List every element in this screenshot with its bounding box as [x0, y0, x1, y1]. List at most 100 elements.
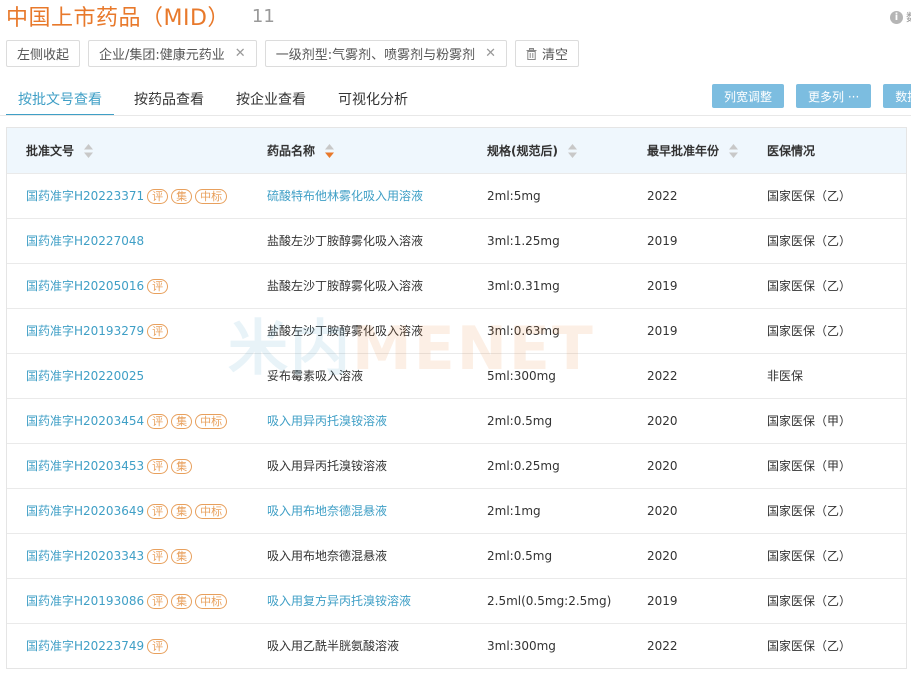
- col-header-approval-no[interactable]: 批准文号: [7, 128, 267, 173]
- spec-cell: 2.5ml(0.5mg:2.5mg): [487, 577, 647, 623]
- year-cell: 2020: [647, 442, 767, 488]
- status-badge: 集: [171, 459, 193, 474]
- drug-table: 批准文号 药品名称 规格(规范后) 最早批准年份 医保情况 国药准字H20223…: [6, 127, 907, 669]
- drug-name-cell: 妥布霉素吸入溶液: [267, 352, 487, 398]
- tab-by-approval-no[interactable]: 按批文号查看: [6, 86, 114, 116]
- sort-icon[interactable]: [84, 144, 94, 159]
- status-badge: 集: [171, 594, 193, 609]
- approval-no-cell: 国药准字H20193279 评: [7, 307, 267, 353]
- col-header-label: 规格(规范后): [487, 143, 558, 158]
- tab-visual-analysis[interactable]: 可视化分析: [326, 86, 420, 116]
- insurance-cell: 非医保: [767, 352, 906, 398]
- status-badge: 评: [147, 504, 169, 519]
- drug-name-cell: 吸入用布地奈德混悬液: [267, 532, 487, 578]
- insurance-cell: 国家医保（乙）: [767, 307, 906, 353]
- year-cell: 2019: [647, 262, 767, 308]
- table-row: 国药准字H20220025 妥布霉素吸入溶液 5ml:300mg 2022 非医保: [7, 352, 906, 398]
- col-header-drug-name[interactable]: 药品名称: [267, 128, 487, 173]
- year-cell: 2019: [647, 217, 767, 263]
- year-cell: 2019: [647, 577, 767, 623]
- table-actions: 列宽调整 更多列 ··· 数据: [712, 84, 911, 108]
- insurance-cell: 国家医保（乙）: [767, 217, 906, 263]
- year-cell: 2022: [647, 622, 767, 668]
- help-label: 数: [906, 9, 911, 25]
- column-width-button[interactable]: 列宽调整: [712, 84, 785, 108]
- col-header-spec[interactable]: 规格(规范后): [487, 128, 647, 173]
- approval-no-link[interactable]: 国药准字H20193279: [26, 324, 144, 338]
- approval-no-link[interactable]: 国药准字H20203453: [26, 459, 144, 473]
- approval-no-cell: 国药准字H20203649 评集中标: [7, 487, 267, 533]
- insurance-cell: 国家医保（乙）: [767, 532, 906, 578]
- spec-cell: 3ml:0.63mg: [487, 307, 647, 353]
- approval-no-link[interactable]: 国药准字H20203454: [26, 414, 144, 428]
- approval-no-link[interactable]: 国药准字H20223749: [26, 639, 144, 653]
- approval-no-cell: 国药准字H20223371 评集中标: [7, 172, 267, 218]
- status-badge: 集: [171, 504, 193, 519]
- sort-icon[interactable]: [325, 144, 335, 159]
- table-row: 国药准字H20203453 评集 吸入用异丙托溴铵溶液 2ml:0.25mg 2020 国…: [7, 442, 906, 488]
- approval-no-cell: 国药准字H20193086 评集中标: [7, 577, 267, 623]
- approval-no-link[interactable]: 国药准字H20193086: [26, 594, 144, 608]
- approval-no-cell: 国药准字H20205016 评: [7, 262, 267, 308]
- table-row: 国药准字H20223749 评吸入用乙酰半胱氨酸溶液 3ml:300mg 2022 国家…: [7, 622, 906, 668]
- insurance-cell: 国家医保（甲）: [767, 442, 906, 488]
- spec-cell: 5ml:300mg: [487, 352, 647, 398]
- approval-no-link[interactable]: 国药准字H20205016: [26, 279, 144, 293]
- col-header-insurance: 医保情况: [767, 128, 906, 173]
- status-badge: 中标: [195, 504, 228, 519]
- approval-no-link[interactable]: 国药准字H20223371: [26, 189, 144, 203]
- table-row: 国药准字H20227048 盐酸左沙丁胺醇雾化吸入溶液 3ml:1.25mg 2019…: [7, 217, 906, 263]
- approval-no-link[interactable]: 国药准字H20227048: [26, 234, 144, 248]
- table-body: 国药准字H20223371 评集中标 硫酸特布他林雾化吸入用溶液 2ml:5mg 202…: [7, 172, 906, 668]
- tab-by-drug[interactable]: 按药品查看: [122, 86, 216, 116]
- approval-no-link[interactable]: 国药准字H20203343: [26, 549, 144, 563]
- status-badge: 集: [171, 414, 193, 429]
- sort-icon[interactable]: [729, 144, 739, 159]
- more-columns-button[interactable]: 更多列 ···: [796, 84, 872, 108]
- insurance-cell: 国家医保（乙）: [767, 172, 906, 218]
- status-badge: 评: [147, 459, 169, 474]
- table-row: 国药准字H20193086 评集中标 吸入用复方异丙托溴铵溶液 2.5ml(0.5mg…: [7, 577, 906, 623]
- spec-cell: 2ml:5mg: [487, 172, 647, 218]
- status-badge: 评: [147, 279, 169, 294]
- drug-name-cell[interactable]: 吸入用布地奈德混悬液: [267, 487, 487, 533]
- approval-no-link[interactable]: 国药准字H20220025: [26, 369, 144, 383]
- spec-cell: 2ml:0.5mg: [487, 532, 647, 578]
- filter-chip-label: 企业/集团:健康元药业: [99, 48, 225, 63]
- filter-bar: 左侧收起 企业/集团:健康元药业 ✕ 一级剂型:气雾剂、喷雾剂与粉雾剂 ✕ 清空: [6, 40, 579, 67]
- drug-name-cell: 盐酸左沙丁胺醇雾化吸入溶液: [267, 307, 487, 353]
- col-header-year[interactable]: 最早批准年份: [647, 128, 767, 173]
- approval-no-cell: 国药准字H20203343 评集: [7, 532, 267, 578]
- approval-no-cell: 国药准字H20227048: [7, 217, 267, 263]
- drug-name-cell[interactable]: 硫酸特布他林雾化吸入用溶液: [267, 172, 487, 218]
- drug-name-cell: 吸入用异丙托溴铵溶液: [267, 442, 487, 488]
- approval-no-link[interactable]: 国药准字H20203649: [26, 504, 144, 518]
- col-header-label: 医保情况: [767, 143, 816, 158]
- table-row: 国药准字H20193279 评盐酸左沙丁胺醇雾化吸入溶液 3ml:0.63mg 201…: [7, 307, 906, 353]
- approval-no-cell: 国药准字H20223749 评: [7, 622, 267, 668]
- approval-no-cell: 国药准字H20220025: [7, 352, 267, 398]
- info-icon: i: [890, 10, 903, 24]
- close-icon[interactable]: ✕: [485, 46, 496, 61]
- insurance-cell: 国家医保（乙）: [767, 487, 906, 533]
- status-badge: 评: [147, 549, 169, 564]
- filter-chip-dosage-form: 一级剂型:气雾剂、喷雾剂与粉雾剂 ✕: [264, 40, 507, 67]
- col-header-label: 药品名称: [267, 143, 316, 158]
- clear-filters-label: 清空: [541, 48, 568, 63]
- clear-filters-button[interactable]: 清空: [514, 40, 579, 67]
- close-icon[interactable]: ✕: [235, 46, 246, 61]
- year-cell: 2019: [647, 307, 767, 353]
- status-badge: 中标: [195, 414, 228, 429]
- drug-name-cell[interactable]: 吸入用复方异丙托溴铵溶液: [267, 577, 487, 623]
- view-tabs: 按批文号查看 按药品查看 按企业查看 可视化分析: [6, 86, 428, 116]
- tab-by-company[interactable]: 按企业查看: [224, 86, 318, 116]
- status-badge: 中标: [195, 189, 228, 204]
- data-button[interactable]: 数据: [883, 84, 911, 108]
- drug-name-cell[interactable]: 吸入用异丙托溴铵溶液: [267, 397, 487, 443]
- year-cell: 2020: [647, 397, 767, 443]
- collapse-sidebar-button[interactable]: 左侧收起: [6, 40, 81, 67]
- sort-icon[interactable]: [568, 144, 578, 159]
- help-link[interactable]: i 数: [890, 9, 911, 25]
- title-row: 中国上市药品（MID） 11: [6, 0, 275, 32]
- spec-cell: 2ml:0.25mg: [487, 442, 647, 488]
